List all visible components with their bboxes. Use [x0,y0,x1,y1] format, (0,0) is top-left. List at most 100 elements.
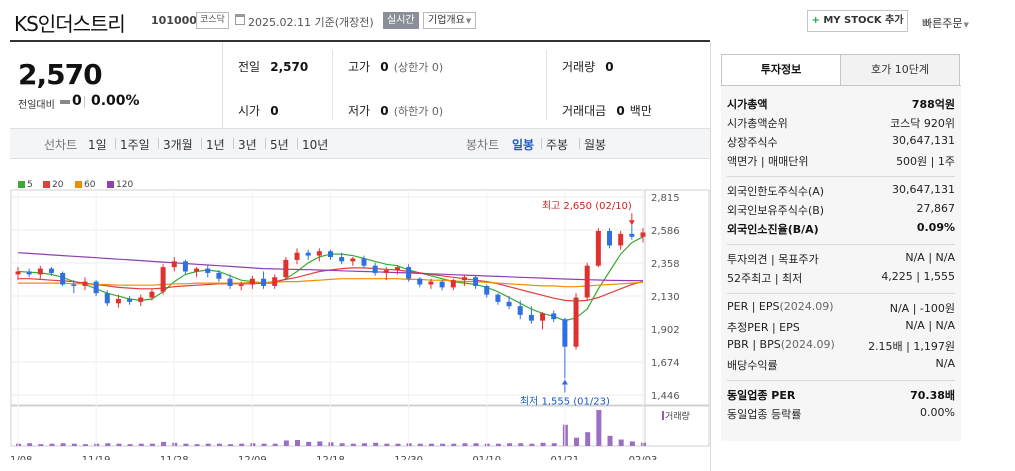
candle-body [272,277,278,286]
candle-period-item[interactable]: 월봉 [584,136,606,153]
side-info-row: 배당수익률 N/A [727,357,955,376]
side-info-value: 30,647,131 [892,134,955,147]
side-divider [727,293,955,294]
company-info-button[interactable]: 기업개요▼ [423,12,477,29]
y-tick-label: 2,586 [651,226,680,237]
candle-period-item[interactable]: 일봉 [512,136,534,153]
volume-bar [540,442,546,446]
x-tick-label: 11/19 [82,455,111,460]
period-item[interactable]: 1일 [88,136,107,153]
y-tick-label: 2,815 [651,193,680,204]
side-info-value: 27,867 [916,202,956,215]
volume-bar [317,441,323,446]
side-info-label: 외국인소진율(B/A) [727,223,819,236]
change-percent: 0.00% [91,93,140,109]
candle-body [562,319,568,347]
candle-body [607,230,613,246]
candle-body [383,270,389,273]
side-info-row: 시가총액 788억원 [727,96,955,115]
candle-period-item[interactable]: 주봉 [546,136,568,153]
period-item[interactable]: 3개월 [163,136,193,153]
volume-bar [183,443,189,446]
y-tick-label: 1,446 [651,391,680,402]
volume-bar [551,443,557,446]
volume-bar [585,432,591,446]
candle-body [629,233,635,237]
side-info-label: PBR | BPS(2024.09) [727,338,835,351]
my-stock-add-button[interactable]: + MY STOCK 추가 [807,10,908,32]
period-separator [115,138,116,149]
volume-bar [384,443,390,446]
volume-bar [283,440,289,446]
price-divider [222,42,223,128]
volume-bar [127,444,133,446]
candle-body [394,267,400,271]
tab-order-book[interactable]: 호가 10단계 [840,54,960,86]
volume-bar [38,444,44,446]
x-tick-label: 12/18 [316,455,345,460]
tab-investment-info[interactable]: 투자정보 [721,54,841,86]
volume-bar [495,443,501,446]
prev-close: 전일 2,570 [238,60,309,74]
side-info-value: 2.15배 | 1,197원 [868,340,955,353]
period-item[interactable]: 1주일 [120,136,150,153]
price-chart[interactable]: 2,815 2,586 2,358 2,130 1,902 1,674 1,446 거래량 11… [10,180,710,460]
candle-body [618,233,624,246]
side-info-label: PER | EPS(2024.09) [727,300,834,313]
candle-body [294,252,300,260]
candle-body [71,284,77,286]
candle-body [551,313,557,320]
candle-body [528,314,534,321]
period-item[interactable]: 10년 [302,136,328,153]
period-item[interactable]: 1년 [206,136,225,153]
candle-body [517,306,523,315]
candle-chart-label: 봉차트 [466,138,500,152]
period-separator [297,138,298,149]
change-value: 0 [72,93,82,109]
candle-body [439,281,445,288]
side-info-label: 시가총액순위 [727,117,788,130]
volume-bar [473,443,479,446]
candle-body [182,261,188,272]
candle-body [283,259,289,278]
low-arrow-head [561,379,568,385]
side-info-row: 시가총액순위 코스닥 920위 [727,115,955,134]
side-info-row: 액면가 | 매매단위 500원 | 1주 [727,153,955,172]
side-info-label: 동일업종 등락률 [727,408,802,421]
side-info-row: PBR | BPS(2024.09) 2.15배 | 1,197원 [727,338,955,357]
candle-body [127,298,133,302]
volume-bar [507,443,513,446]
volume-bar [239,443,245,446]
quick-order-button[interactable]: 빠른주문▼ [922,15,969,31]
high-arrow-head [628,220,635,226]
volume-frame [10,405,710,447]
side-info-row: 52주최고 | 최저 4,225 | 1,555 [727,270,955,289]
volume-bar [27,443,33,446]
volume-bar [194,444,200,446]
y-tick-label: 1,674 [651,358,680,369]
low-price: 저가 0 (하한가 0) [348,104,444,118]
period-item[interactable]: 5년 [270,136,289,153]
candle-body [149,291,155,298]
volume-bar [518,443,524,446]
candle-body [93,281,99,294]
volume-bar [216,443,222,446]
period-item[interactable]: 3년 [238,136,257,153]
candle-body [104,293,110,304]
volume: 거래량 0 [562,60,614,74]
high-price: 고가 0 (상한가 0) [348,60,444,74]
line-chart-label: 선차트 [44,138,78,152]
side-info-label: 액면가 | 매매단위 [727,155,809,168]
y-tick-label: 2,358 [651,259,680,270]
volume-bar [629,441,635,446]
quote-divider-2 [546,50,547,120]
side-info-label: 동일업종 PER [727,389,796,402]
x-tick-label: 11/08 [10,455,32,460]
candle-body [350,258,356,262]
candle-body [82,281,88,286]
side-info-label: 52주최고 | 최저 [727,272,803,285]
volume-bar [618,439,624,446]
side-info-value: 0.00% [920,406,955,419]
x-tick-label: 12/30 [394,455,423,460]
high-annotation: 최고 2,650 (02/10) [542,200,632,212]
